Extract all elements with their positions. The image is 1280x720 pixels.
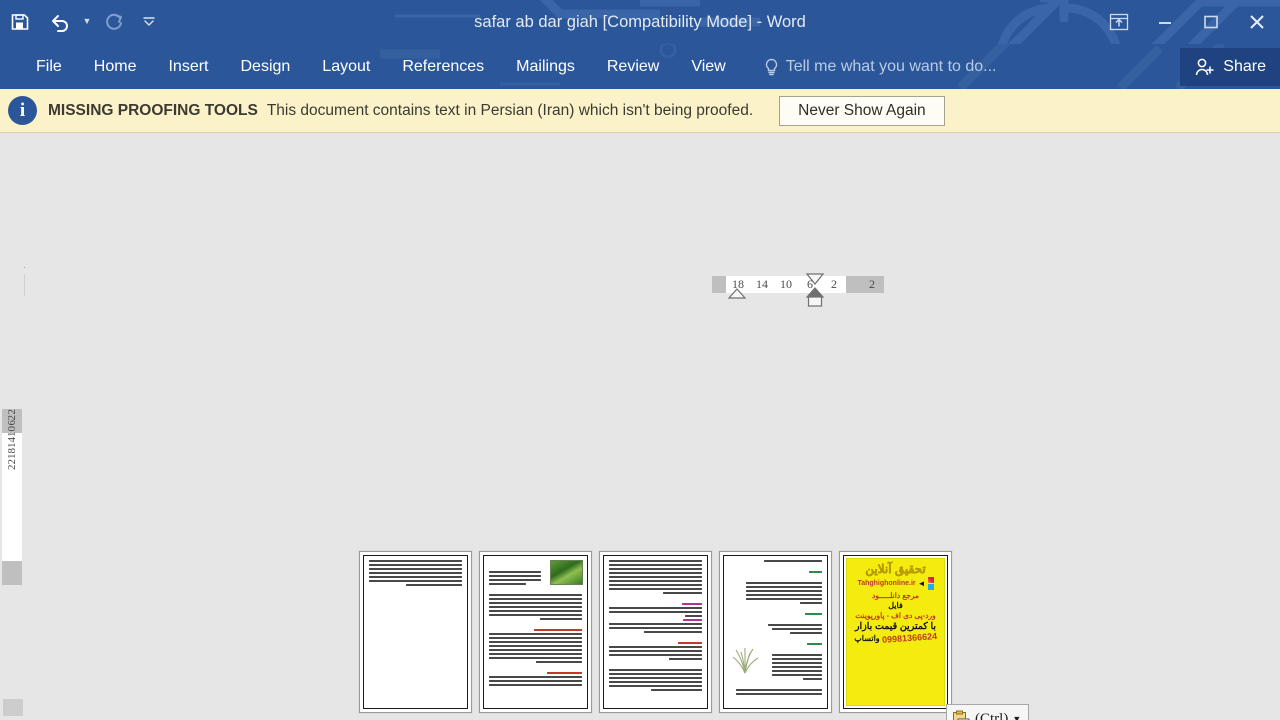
- ad-url: Tahghighonline.ir: [857, 580, 916, 587]
- document-title: safar ab dar giah [Compatibility Mode] -…: [474, 13, 806, 31]
- redo-icon: [105, 13, 122, 30]
- tell-me-search[interactable]: Tell me what you want to do...: [764, 57, 997, 77]
- ribbon-display-options-button[interactable]: [1096, 0, 1142, 44]
- tell-me-placeholder: Tell me what you want to do...: [785, 57, 997, 75]
- vruler-num: 14: [6, 436, 18, 448]
- hruler-num: 2: [831, 277, 837, 291]
- vruler-num: 6: [6, 420, 18, 426]
- page-4-content: [723, 555, 828, 709]
- ad-line-4: با کمترین قیمت بازار: [854, 621, 937, 632]
- hruler-num: 2: [869, 277, 875, 291]
- message-bar-text: This document contains text in Persian (…: [266, 101, 754, 119]
- tab-references[interactable]: References: [386, 44, 500, 89]
- page-1-content: [363, 555, 468, 709]
- paste-options-label: (Ctrl): [975, 710, 1009, 720]
- tab-home[interactable]: Home: [78, 44, 153, 89]
- telegram-icon: [927, 584, 934, 590]
- arrow-left-icon: ◄: [917, 579, 926, 588]
- vertical-ruler-end-cap: [3, 699, 23, 716]
- undo-icon: [52, 15, 68, 32]
- ribbon-display-options-icon: [1109, 13, 1129, 31]
- minimize-icon: [1159, 22, 1171, 24]
- vruler-num: 22: [6, 458, 18, 470]
- ad-phone-row: واتساپ 09981366624: [854, 631, 938, 645]
- leaf-image: [550, 560, 583, 585]
- never-show-again-button[interactable]: Never Show Again: [779, 95, 945, 126]
- tab-mailings[interactable]: Mailings: [500, 44, 591, 89]
- ad-phone-label: واتساپ: [854, 633, 880, 643]
- undo-dropdown-button[interactable]: ▼: [80, 5, 94, 39]
- social-icons: [927, 577, 934, 590]
- save-icon: [11, 14, 29, 30]
- instagram-icon: [927, 577, 934, 583]
- tab-insert[interactable]: Insert: [152, 44, 224, 89]
- chevron-down-icon: ▼: [1012, 714, 1022, 720]
- ad-line-3: ورد-پی دی اف - پاورپوینت: [855, 611, 936, 620]
- save-button[interactable]: [0, 5, 40, 39]
- tab-layout[interactable]: Layout: [306, 44, 386, 89]
- ad-line-2: فایل: [888, 601, 903, 610]
- ad-url-row: Tahghighonline.ir ◄: [857, 577, 934, 590]
- page-5-content: تحقیق آنلاین Tahghighonline.ir ◄ مرجع دا…: [843, 555, 948, 709]
- left-indent-marker-icon[interactable]: [726, 288, 748, 302]
- ad-line-1: مرجع دانلـــــود: [871, 591, 920, 600]
- close-button[interactable]: [1234, 0, 1280, 44]
- hruler-num: 14: [756, 277, 768, 291]
- horizontal-ruler-margin-left: [712, 276, 726, 293]
- hanging-indent-marker-icon[interactable]: [806, 287, 824, 307]
- page-thumbnail-5[interactable]: تحقیق آنلاین Tahghighonline.ir ◄ مرجع دا…: [839, 551, 952, 713]
- grass-plant-image: [732, 648, 759, 674]
- maximize-button[interactable]: [1188, 0, 1234, 44]
- page-thumbnail-4[interactable]: [719, 551, 832, 713]
- horizontal-ruler-margin-right-a: [846, 276, 860, 293]
- title-bar: ▼ safar ab dar giah [Compatibility Mode]…: [0, 0, 1280, 44]
- share-button[interactable]: Share: [1180, 48, 1280, 86]
- page-3-content: [603, 555, 708, 709]
- customize-qat-button[interactable]: [134, 5, 164, 39]
- vruler-num: 2: [6, 409, 18, 415]
- chevron-down-icon: [143, 17, 155, 26]
- tab-review[interactable]: Review: [591, 44, 675, 89]
- quick-access-toolbar: ▼: [0, 0, 164, 44]
- first-line-indent-marker-icon[interactable]: [806, 272, 824, 285]
- share-person-icon: [1196, 58, 1215, 75]
- message-bar: i MISSING PROOFING TOOLS This document c…: [0, 89, 1280, 133]
- page-2-content: [483, 555, 588, 709]
- ribbon-tab-bar: File Home Insert Design Layout Reference…: [0, 44, 1280, 89]
- hruler-num: 10: [780, 277, 792, 291]
- close-icon: [1250, 15, 1264, 29]
- ribbon-tabs: File Home Insert Design Layout Reference…: [0, 44, 742, 89]
- redo-button[interactable]: [94, 5, 134, 39]
- document-workspace[interactable]: 2 2 6 10 14 18 22 18 14 10 6 2 2 تحقیق آ…: [0, 133, 1280, 720]
- vruler-num: 18: [6, 447, 18, 459]
- vertical-ruler[interactable]: 2 2 6 10 14 18 22: [0, 133, 24, 720]
- undo-button[interactable]: [40, 5, 80, 39]
- vertical-ruler-margin-bottom: [2, 561, 22, 585]
- message-bar-title: MISSING PROOFING TOOLS: [48, 101, 258, 119]
- ad-phone-number: 09981366624: [881, 631, 938, 645]
- ad-title: تحقیق آنلاین: [865, 562, 926, 576]
- minimize-button[interactable]: [1142, 0, 1188, 44]
- tab-design[interactable]: Design: [224, 44, 306, 89]
- share-label: Share: [1223, 58, 1266, 75]
- horizontal-ruler-margin-right: 2: [860, 276, 884, 293]
- page-thumbnail-1[interactable]: [359, 551, 472, 713]
- maximize-icon: [1204, 15, 1218, 29]
- window-controls: [1096, 0, 1280, 44]
- tab-view[interactable]: View: [675, 44, 741, 89]
- info-icon: i: [8, 96, 37, 125]
- tab-file[interactable]: File: [20, 44, 78, 89]
- paste-options-button[interactable]: (Ctrl) ▼: [946, 704, 1030, 720]
- lightbulb-icon: [765, 58, 777, 75]
- vertical-ruler-numbers: 2 2 6 10 14 18 22: [2, 409, 22, 470]
- advertisement: تحقیق آنلاین Tahghighonline.ir ◄ مرجع دا…: [846, 558, 945, 706]
- page-thumbnail-2[interactable]: [479, 551, 592, 713]
- clipboard-icon: [953, 710, 970, 720]
- page-thumbnail-3[interactable]: [599, 551, 712, 713]
- page-thumbnails[interactable]: تحقیق آنلاین Tahghighonline.ir ◄ مرجع دا…: [359, 551, 952, 713]
- vruler-num: 10: [6, 425, 18, 437]
